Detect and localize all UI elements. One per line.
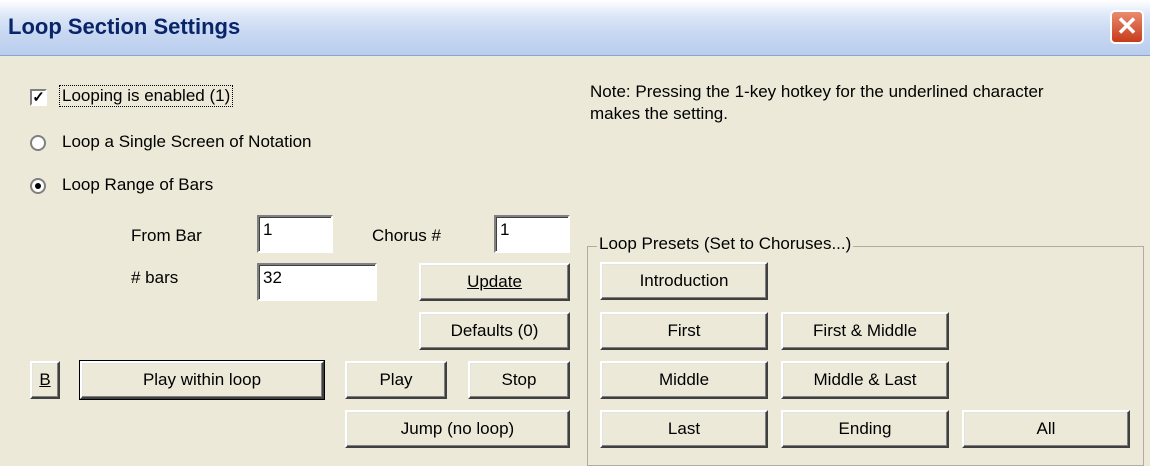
looping-enabled-label[interactable]: Looping is enabled (1) — [58, 85, 234, 107]
loop-range-label[interactable]: Loop Range of Bars — [62, 175, 213, 195]
loop-single-screen-label[interactable]: Loop a Single Screen of Notation — [62, 132, 312, 152]
stop-button[interactable]: Stop — [468, 361, 570, 399]
preset-middle-button[interactable]: Middle — [600, 361, 768, 399]
check-icon: ✓ — [32, 89, 45, 106]
num-bars-input[interactable]: 32 — [257, 263, 377, 301]
jump-no-loop-button[interactable]: Jump (no loop) — [345, 410, 570, 448]
preset-all-button[interactable]: All — [962, 410, 1130, 448]
radio-dot-icon — [35, 183, 41, 189]
preset-ending-button[interactable]: Ending — [781, 410, 949, 448]
chorus-input[interactable]: 1 — [494, 215, 570, 253]
title-bar: Loop Section Settings ✕ — [0, 0, 1150, 56]
num-bars-label: # bars — [131, 268, 179, 287]
play-button[interactable]: Play — [345, 361, 447, 399]
note-line-2: makes the setting. — [590, 104, 728, 123]
update-button[interactable]: Update — [419, 263, 570, 301]
play-within-loop-button[interactable]: Play within loop — [79, 360, 325, 400]
loop-range-radio[interactable] — [30, 178, 46, 194]
loop-single-screen-radio[interactable] — [30, 135, 46, 151]
note-line-1: Note: Pressing the 1-key hotkey for the … — [590, 82, 1044, 101]
preset-introduction-button[interactable]: Introduction — [600, 262, 768, 300]
from-bar-label: From Bar — [131, 226, 202, 245]
preset-first-button[interactable]: First — [600, 312, 768, 350]
chorus-label: Chorus # — [372, 226, 441, 245]
b-button[interactable]: B — [30, 361, 60, 399]
from-bar-input[interactable]: 1 — [257, 215, 333, 253]
loop-presets-label: Loop Presets (Set to Choruses...) — [597, 234, 854, 254]
preset-last-button[interactable]: Last — [600, 410, 768, 448]
close-icon: ✕ — [1116, 11, 1138, 41]
looping-enabled-checkbox[interactable]: ✓ — [30, 89, 47, 106]
window-title: Loop Section Settings — [8, 14, 241, 39]
close-button[interactable]: ✕ — [1110, 10, 1144, 44]
defaults-button[interactable]: Defaults (0) — [419, 312, 570, 350]
preset-first-middle-button[interactable]: First & Middle — [781, 312, 949, 350]
preset-middle-last-button[interactable]: Middle & Last — [781, 361, 949, 399]
